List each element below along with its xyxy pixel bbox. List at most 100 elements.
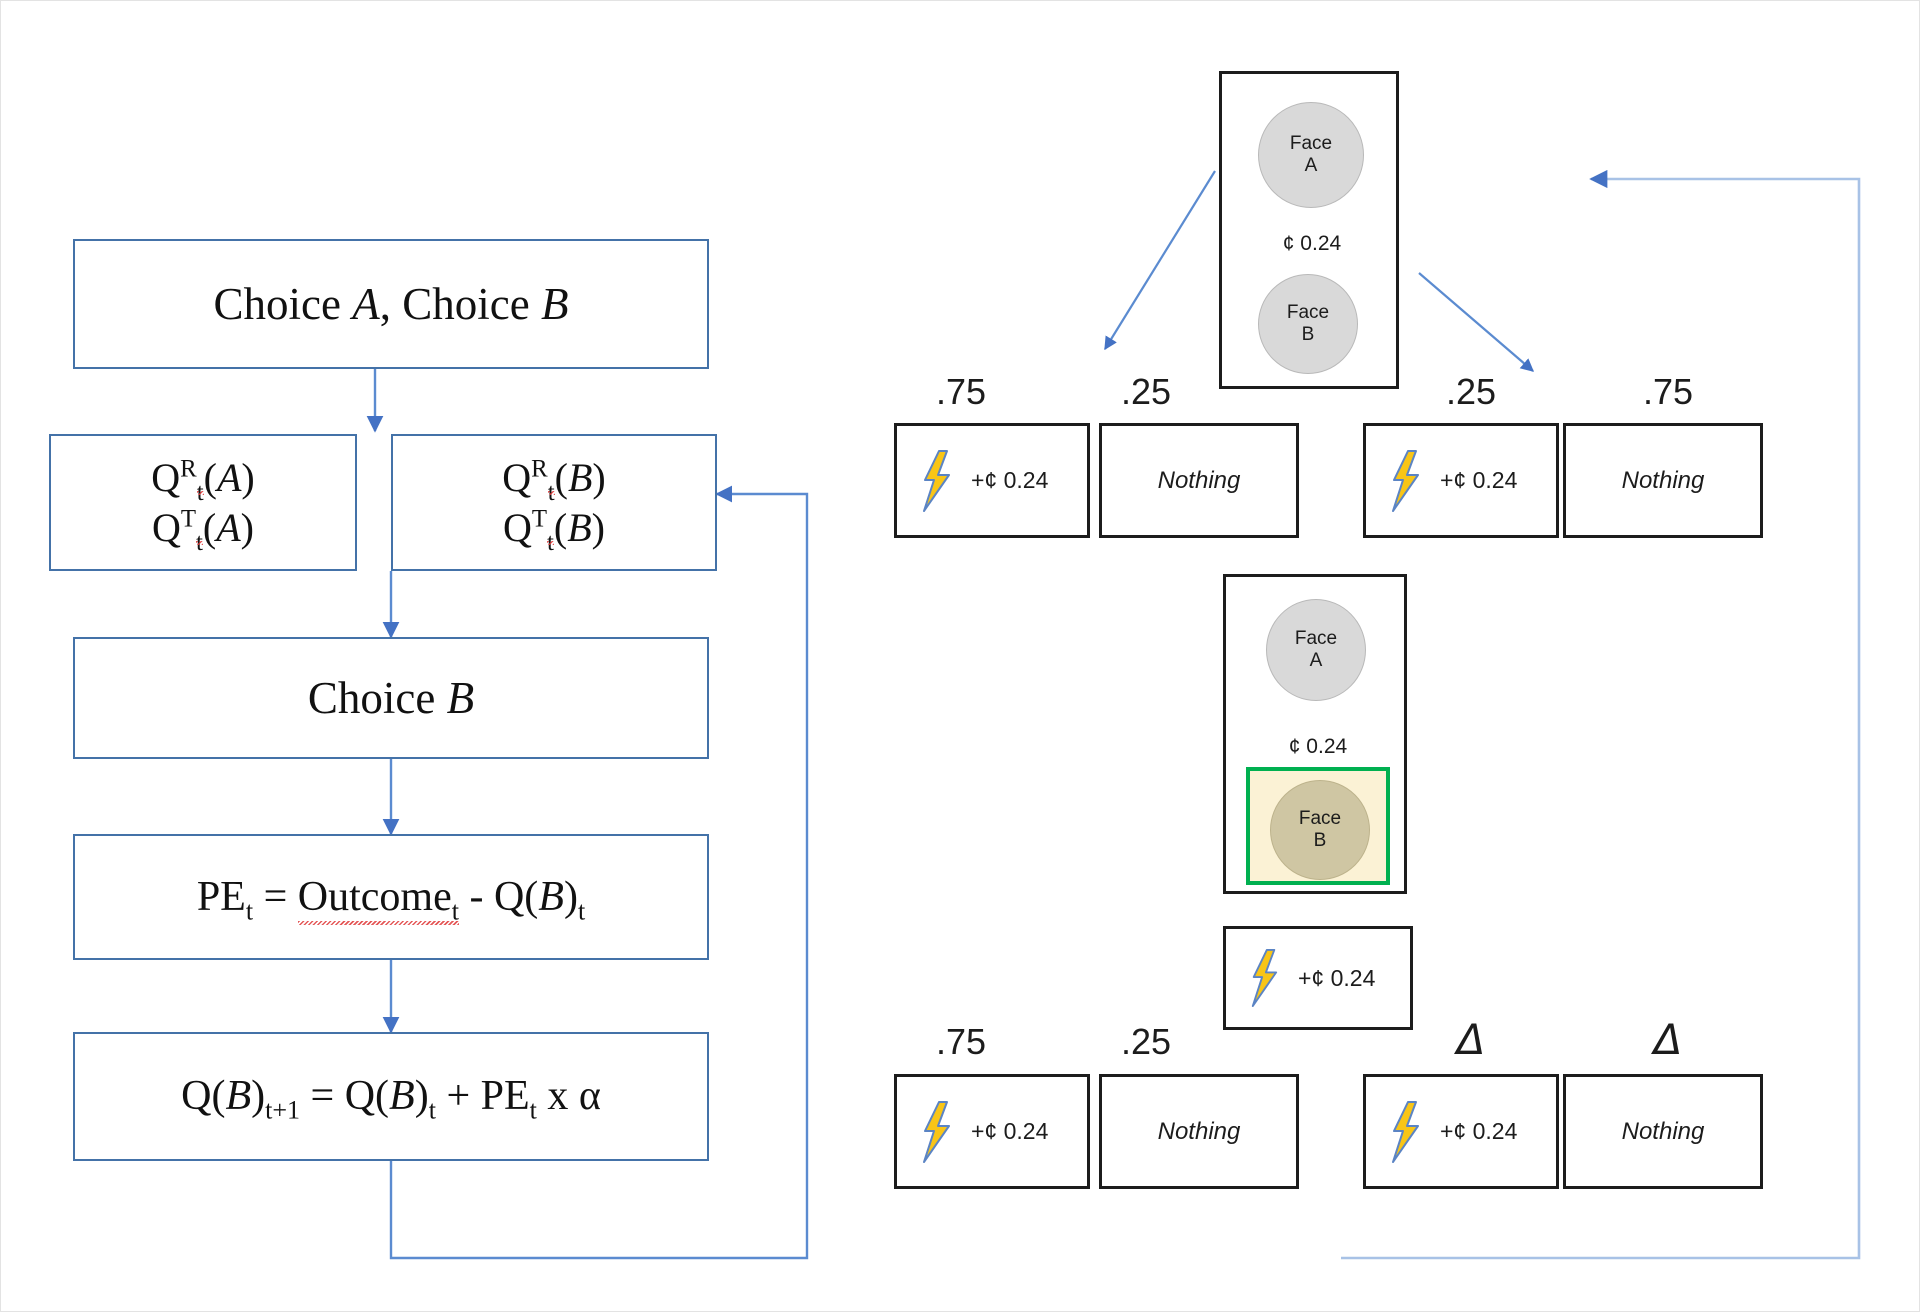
prob-label-delta-1: Δ (1456, 1015, 1486, 1064)
sub-t: t (577, 896, 586, 926)
cents-label-top: ¢ 0.24 (1282, 232, 1342, 255)
box-value-update[interactable]: Q(B)t+1 = Q(B)t + PEt x α (73, 1032, 709, 1161)
face-label-line2: A (1304, 155, 1318, 176)
box-choice-a-choice-b[interactable]: Choice A, Choice B (73, 239, 709, 369)
prob-label-6: .25 (1120, 1021, 1172, 1062)
arrow-stim-right (1418, 272, 1535, 372)
arg-b: B (225, 1073, 252, 1120)
q-b-stack: QRt(B) QTt(B) (502, 453, 606, 556)
face-label-line1: Face (1289, 132, 1333, 154)
q-symbol: Q (151, 454, 181, 500)
q-t-a: QTt(A) (151, 504, 254, 556)
face-label-line2: B (1313, 830, 1327, 851)
q-open: Q( (181, 1073, 226, 1120)
stimulus-box-middle[interactable]: Face A ¢ 0.24 Face B (1223, 574, 1407, 894)
prob-label-3: .25 (1445, 371, 1497, 412)
q-close: ) (414, 1073, 429, 1120)
minus-sign: - (469, 873, 484, 920)
outcome-nothing-label: Nothing (1157, 1117, 1241, 1145)
choice-b-label: Choice B (307, 672, 475, 723)
q-close: ) (251, 1073, 266, 1120)
pe-equation: PEt = Outcomet - Q(B)t (196, 871, 586, 926)
outcome-box-nothing-4[interactable]: Nothing (1563, 1074, 1763, 1189)
sub-t1: t+1 (265, 1095, 301, 1125)
face-a-top[interactable]: Face A (1258, 102, 1364, 208)
face-b-top[interactable]: Face B (1258, 274, 1358, 374)
prob-label-delta-2: Δ (1653, 1015, 1683, 1064)
lightning-bolt-icon (1248, 949, 1280, 1007)
lightning-bolt-icon (1388, 1100, 1422, 1163)
equals-sign: = (310, 1073, 335, 1120)
arg-b: B (567, 454, 593, 500)
outcome-box-reward-1[interactable]: +¢ 0.24 (894, 423, 1090, 538)
selection-highlight: Face B (1246, 767, 1390, 885)
box-q-values-a[interactable]: QRt(A) QTt(A) (49, 434, 357, 571)
sup-r: R (180, 455, 197, 483)
outcome-nothing-label: Nothing (1157, 466, 1241, 494)
outcome-nothing-label: Nothing (1621, 1117, 1705, 1145)
cents-label-middle: ¢ 0.24 (1288, 735, 1348, 758)
italic-b: B (540, 278, 569, 329)
plus-sign: + (446, 1073, 471, 1120)
q-r-a: QRt(A) (151, 454, 255, 506)
equals-sign: = (263, 873, 288, 920)
prob-label-5: .75 (935, 1021, 987, 1062)
update-equation: Q(B)t+1 = Q(B)t + PEt x α (181, 1070, 601, 1123)
italic-b: B (446, 672, 475, 723)
arrow-stim-left (1104, 170, 1216, 351)
outcome-box-nothing-3[interactable]: Nothing (1099, 1074, 1299, 1189)
face-b-middle-selected[interactable]: Face B (1270, 780, 1370, 880)
stimulus-box-top[interactable]: Face A ¢ 0.24 Face B (1219, 71, 1399, 389)
outcome-amount: +¢ 0.24 (971, 467, 1049, 493)
box-prediction-error[interactable]: PEt = Outcomet - Q(B)t (73, 834, 709, 960)
arg-b: B (538, 873, 564, 920)
pe-symbol: PE (480, 1073, 530, 1120)
outcome-amount: +¢ 0.24 (1298, 964, 1376, 991)
outcome-amount: +¢ 0.24 (1440, 1118, 1518, 1144)
outcome-box-reward-2[interactable]: +¢ 0.24 (1363, 423, 1559, 538)
sub-t: t (428, 1095, 436, 1125)
sup-t: T (531, 505, 548, 533)
figure-canvas: Choice A, Choice B QRt(A) QTt(A) QRt(B) … (0, 0, 1920, 1312)
box-choice-b[interactable]: Choice B (73, 637, 709, 759)
arg-a: A (216, 454, 242, 500)
outcome-box-nothing-2[interactable]: Nothing (1563, 423, 1763, 538)
q-a-stack: QRt(A) QTt(A) (151, 453, 255, 556)
outcome-amount: +¢ 0.24 (971, 1118, 1049, 1144)
q-symbol: Q (502, 504, 532, 550)
q-open: Q( (344, 1073, 390, 1120)
q-symbol: Q (502, 454, 532, 500)
face-a-middle[interactable]: Face A (1266, 599, 1366, 701)
italic-a: A (352, 278, 380, 329)
lightning-bolt-icon (919, 1100, 953, 1163)
face-label-line2: A (1309, 650, 1323, 671)
times-sign: x (547, 1073, 569, 1120)
sub-t: t (245, 896, 254, 926)
outcome-label: Outcome (297, 873, 452, 920)
outcome-term: Outcomet (297, 871, 460, 925)
q-symbol: Q (151, 504, 181, 550)
outcome-box-reward-4[interactable]: +¢ 0.24 (1363, 1074, 1559, 1189)
alpha-symbol: α (578, 1073, 601, 1120)
box-q-values-b[interactable]: QRt(B) QTt(B) (391, 434, 717, 571)
outcome-box-reward-3[interactable]: +¢ 0.24 (894, 1074, 1090, 1189)
prob-label-4: .75 (1642, 371, 1694, 412)
outcome-amount: +¢ 0.24 (1440, 467, 1518, 493)
sub-t: t (529, 1095, 537, 1125)
lightning-bolt-icon (919, 449, 953, 512)
pe-symbol: PE (196, 873, 246, 920)
arg-b: B (389, 1073, 415, 1120)
arg-b: B (567, 504, 592, 550)
face-label-line1: Face (1286, 301, 1330, 323)
q-t-b: QTt(B) (502, 504, 605, 556)
lightning-bolt-icon (1388, 449, 1422, 512)
face-label-line1: Face (1298, 807, 1342, 829)
outcome-box-nothing-1[interactable]: Nothing (1099, 423, 1299, 538)
q-r-b: QRt(B) (502, 454, 606, 506)
outcome-box-selected[interactable]: +¢ 0.24 (1223, 926, 1413, 1030)
q-open: Q( (493, 873, 539, 920)
q-close: ) (563, 873, 578, 920)
face-label-line1: Face (1294, 627, 1338, 649)
sup-r: R (531, 455, 548, 483)
sup-t: T (180, 505, 197, 533)
